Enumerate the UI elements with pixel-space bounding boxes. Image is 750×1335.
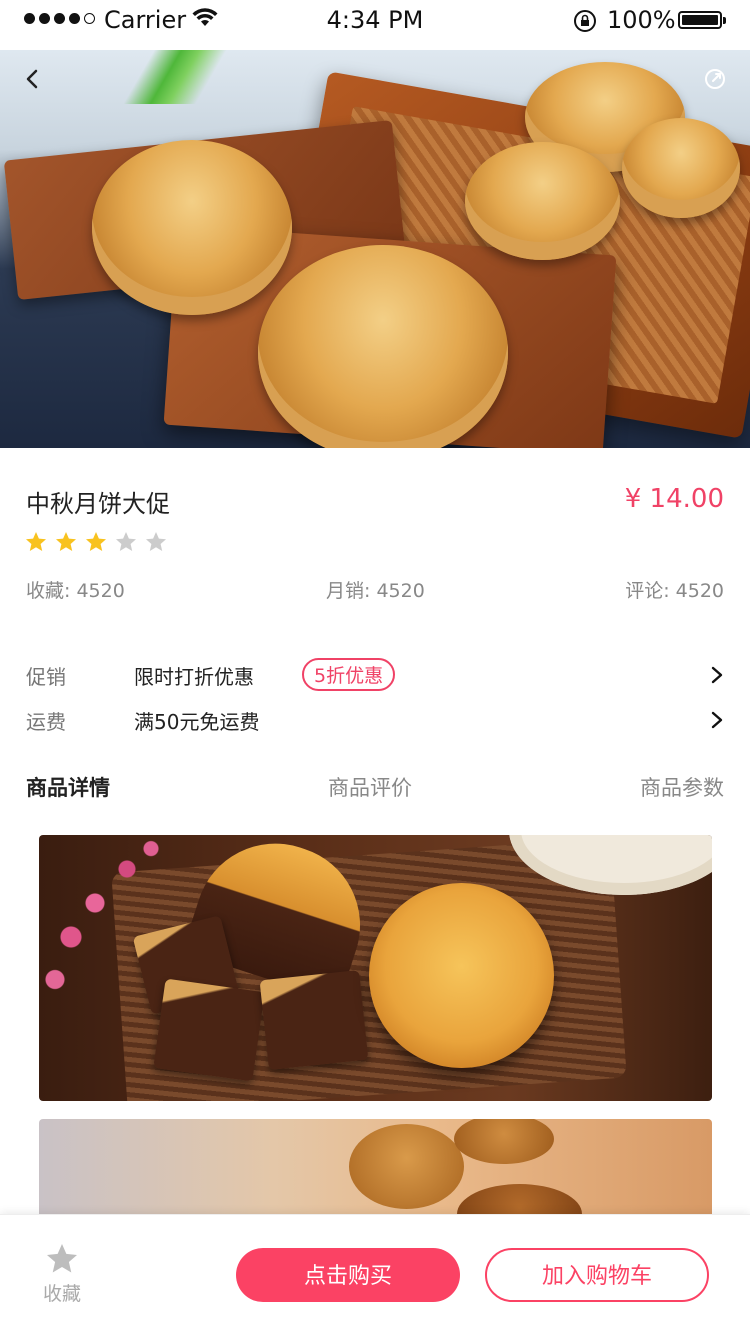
promotion-row[interactable]: 促销 限时打折优惠 5折优惠: [26, 658, 724, 692]
detail-image: [39, 835, 712, 1101]
star-rating: [24, 530, 168, 554]
mooncake: [465, 142, 620, 260]
tab-product-reviews[interactable]: 商品评价: [328, 772, 412, 802]
shipping-value: 满50元免运费: [134, 710, 260, 734]
share-icon[interactable]: [700, 64, 730, 94]
mooncake-piece: [153, 978, 265, 1082]
product-price: ¥ 14.00: [624, 484, 724, 514]
favorites-count: 收藏: 4520: [26, 580, 125, 602]
detail-image: [39, 1119, 712, 1219]
mooncake: [349, 1124, 464, 1209]
promotion-label: 促销: [26, 665, 66, 689]
mooncake: [622, 118, 740, 218]
product-stats: 收藏: 4520 月销: 4520 评论: 4520: [26, 576, 724, 606]
status-bar: Carrier 4:34 PM 100%: [0, 0, 750, 40]
add-to-cart-button[interactable]: 加入购物车: [485, 1248, 709, 1302]
tab-product-specs[interactable]: 商品参数: [640, 772, 724, 802]
monthly-sales-count: 月销: 4520: [326, 580, 425, 602]
shipping-row[interactable]: 运费 满50元免运费: [26, 703, 724, 737]
battery-percent: 100%: [607, 6, 676, 34]
promotion-value: 限时打折优惠: [134, 665, 254, 689]
favorite-button[interactable]: 收藏: [36, 1241, 88, 1306]
star-empty-icon: [116, 532, 136, 551]
star-empty-icon: [146, 532, 166, 551]
rotation-lock-icon: [574, 10, 596, 32]
mooncake: [369, 883, 554, 1068]
comments-count: 评论: 4520: [625, 580, 724, 602]
chevron-left-icon[interactable]: [18, 64, 48, 94]
chevron-right-icon[interactable]: [710, 710, 724, 730]
star-icon: [47, 1244, 77, 1273]
product-hero-image: [0, 50, 750, 448]
chevron-right-icon[interactable]: [710, 665, 724, 685]
mooncake-piece: [259, 970, 369, 1070]
mooncake: [454, 1119, 554, 1164]
mooncake: [92, 140, 292, 315]
buy-now-button[interactable]: 点击购买: [236, 1248, 460, 1302]
shipping-label: 运费: [26, 710, 66, 734]
battery-icon: [678, 11, 726, 29]
favorite-label: 收藏: [42, 1283, 81, 1305]
bottom-action-bar: 收藏 点击购买 加入购物车: [0, 1214, 750, 1335]
discount-badge: 5折优惠: [302, 658, 396, 691]
detail-tabs: 商品详情 商品评价 商品参数: [26, 768, 724, 808]
tab-product-details[interactable]: 商品详情: [26, 772, 110, 802]
star-filled-icon: [26, 532, 46, 551]
product-title: 中秋月饼大促: [26, 490, 170, 518]
star-filled-icon: [86, 532, 106, 551]
mooncake: [258, 245, 508, 448]
star-filled-icon: [56, 532, 76, 551]
leaf-decoration: [100, 50, 250, 104]
